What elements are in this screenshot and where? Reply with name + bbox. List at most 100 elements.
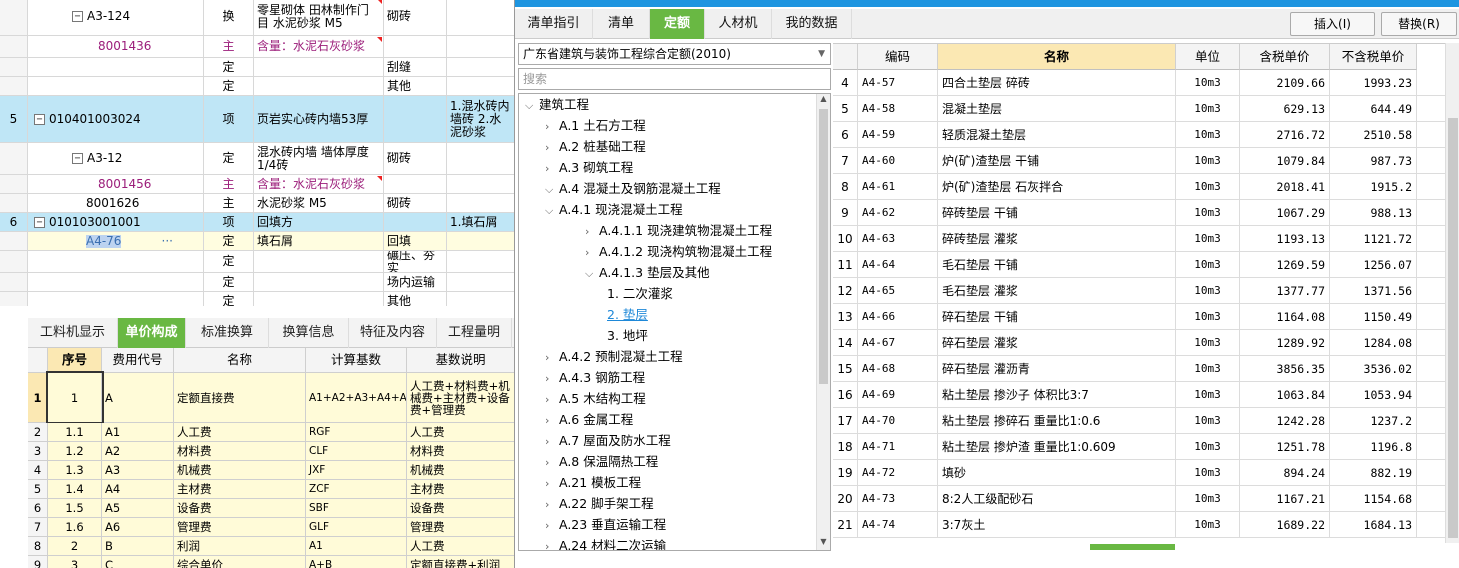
name-cell[interactable]: 定额直接费 xyxy=(174,373,306,422)
quota-column-header[interactable]: 编码 xyxy=(858,44,938,70)
chevron-right-icon[interactable]: › xyxy=(545,452,559,473)
tree-node[interactable]: › A.3 砌筑工程 xyxy=(545,157,633,178)
bill-row[interactable]: − A3-12 定混水砖内墙 墙体厚度1/4砖 砌砖 xyxy=(0,143,515,175)
collapse-icon[interactable]: − xyxy=(72,153,83,164)
code-cell[interactable] xyxy=(28,292,204,306)
chevron-down-icon[interactable]: ⌵ xyxy=(545,179,559,200)
tree-node[interactable]: › A.1 土石方工程 xyxy=(545,115,646,136)
quota-row[interactable]: 18 A4-71 粘土垫层 掺炉渣 重量比1:0.609 10m3 1251.78 119… xyxy=(833,434,1445,460)
seq-cell[interactable]: 1 xyxy=(46,371,104,424)
desc-cell[interactable]: 人工费+材料费+机械费+主材费+设备费+管理费 xyxy=(407,373,515,422)
code-cell[interactable] xyxy=(28,58,204,76)
name-cell[interactable]: 回填方 xyxy=(254,213,384,231)
quota-row[interactable]: 6 A4-59 轻质混凝土垫层 10m3 2716.72 2510.58 xyxy=(833,122,1445,148)
chevron-right-icon[interactable]: › xyxy=(545,473,559,494)
tab-3[interactable]: 换算信息 xyxy=(269,318,349,348)
table-row[interactable]: 8 2 B 利润 A1 人工费 xyxy=(28,537,515,556)
desc-cell[interactable]: 管理费 xyxy=(407,518,515,536)
tree-node[interactable]: › A.6 金属工程 xyxy=(545,409,633,430)
code-cell[interactable]: A1 xyxy=(102,423,174,441)
table-row[interactable]: 7 1.6 A6 管理费 GLF 管理费 xyxy=(28,518,515,537)
name-cell[interactable] xyxy=(254,292,384,306)
quota-row[interactable]: 17 A4-70 粘土垫层 掺碎石 重量比1:0.6 10m3 1242.28 1237.… xyxy=(833,408,1445,434)
code-cell[interactable]: A3 xyxy=(102,461,174,479)
desc-cell[interactable]: 机械费 xyxy=(407,461,515,479)
quota-row[interactable]: 8 A4-61 炉(矿)渣垫层 石灰拌合 10m3 2018.41 1915.2 xyxy=(833,174,1445,200)
name-cell[interactable]: 混水砖内墙 墙体厚度1/4砖 xyxy=(254,143,384,174)
name-cell[interactable]: 人工费 xyxy=(174,423,306,441)
tree-node[interactable]: 1. 二次灌浆 xyxy=(607,283,673,304)
table-row[interactable]: 5 1.4 A4 主材费 ZCF 主材费 xyxy=(28,480,515,499)
bill-row[interactable]: − A3-124 换零星砌体 田林制作门目 水泥砂浆 M5 砌砖 xyxy=(0,0,515,36)
name-cell[interactable]: 含量：水泥石灰砂浆 xyxy=(254,36,384,57)
search-input[interactable]: 搜索 xyxy=(518,68,831,90)
tree-node[interactable]: › A.4.1.2 现浇构筑物混凝土工程 xyxy=(585,241,772,262)
table-row[interactable]: 2 1.1 A1 人工费 RGF 人工费 xyxy=(28,423,515,442)
seq-cell[interactable]: 1.5 xyxy=(48,499,102,517)
table-row[interactable]: 3 1.2 A2 材料费 CLF 材料费 xyxy=(28,442,515,461)
column-header[interactable]: 基数说明 xyxy=(407,348,515,372)
quota-row[interactable]: 12 A4-65 毛石垫层 灌浆 10m3 1377.77 1371.56 xyxy=(833,278,1445,304)
chevron-right-icon[interactable]: › xyxy=(585,242,599,263)
bill-row[interactable]: 定 碾压、夯实 xyxy=(0,251,515,273)
base-cell[interactable]: RGF xyxy=(306,423,407,441)
desc-cell[interactable]: 材料费 xyxy=(407,442,515,460)
scroll-up-icon[interactable]: ▲ xyxy=(818,94,829,107)
tree-node[interactable]: › A.4.1.1 现浇建筑物混凝土工程 xyxy=(585,220,772,241)
bill-row[interactable]: 6−010103001001 项回填方 1.填石屑 xyxy=(0,213,515,232)
chevron-right-icon[interactable]: › xyxy=(545,368,559,389)
seq-cell[interactable]: 1.2 xyxy=(48,442,102,460)
bill-row[interactable]: 定 场内运输 xyxy=(0,273,515,292)
tree-node[interactable]: › A.4.3 钢筋工程 xyxy=(545,367,645,388)
dialog-tab-3[interactable]: 人材机 xyxy=(705,9,772,39)
quota-row[interactable]: 19 A4-72 填砂 10m3 894.24 882.19 xyxy=(833,460,1445,486)
dialog-tab-0[interactable]: 清单指引 xyxy=(515,9,593,39)
chevron-right-icon[interactable]: › xyxy=(545,137,559,158)
tree-node[interactable]: › A.8 保温隔热工程 xyxy=(545,451,658,472)
chevron-down-icon[interactable]: ⌵ xyxy=(525,95,539,116)
name-cell[interactable]: 管理费 xyxy=(174,518,306,536)
quota-row[interactable]: 9 A4-62 碎砖垫层 干铺 10m3 1067.29 988.13 xyxy=(833,200,1445,226)
scroll-down-icon[interactable]: ▼ xyxy=(818,537,829,550)
library-select[interactable]: 广东省建筑与装饰工程综合定额(2010) ▼ xyxy=(518,43,831,65)
name-cell[interactable]: 零星砌体 田林制作门目 水泥砂浆 M5 xyxy=(254,0,384,35)
tree-scroll-thumb[interactable] xyxy=(819,109,828,384)
name-cell[interactable] xyxy=(254,58,384,76)
quota-row[interactable]: 16 A4-69 粘土垫层 掺沙子 体积比3:7 10m3 1063.84 1053.94 xyxy=(833,382,1445,408)
tree-node[interactable]: › A.7 屋面及防水工程 xyxy=(545,430,671,451)
name-cell[interactable]: 页岩实心砖内墙53厚 xyxy=(254,96,384,142)
base-cell[interactable]: SBF xyxy=(306,499,407,517)
chevron-right-icon[interactable]: › xyxy=(585,221,599,242)
base-cell[interactable]: A+B xyxy=(306,556,407,568)
quota-row[interactable]: 21 A4-74 3:7灰土 10m3 1689.22 1684.13 xyxy=(833,512,1445,538)
collapse-icon[interactable]: − xyxy=(72,11,83,22)
code-cell[interactable]: − A3-12 xyxy=(28,143,204,174)
name-cell[interactable]: 水泥砂浆 M5 xyxy=(254,194,384,212)
tree-node[interactable]: › A.4.2 预制混凝土工程 xyxy=(545,346,683,367)
tree-node[interactable]: ⌵ A.4.1 现浇混凝土工程 xyxy=(545,199,683,220)
code-cell[interactable]: −010103001001 xyxy=(28,213,204,231)
code-cell[interactable] xyxy=(28,77,204,95)
column-header[interactable]: 计算基数 xyxy=(306,348,407,372)
quota-row[interactable]: 7 A4-60 炉(矿)渣垫层 干铺 10m3 1079.84 987.73 xyxy=(833,148,1445,174)
collapse-icon[interactable]: − xyxy=(34,216,45,228)
quota-row[interactable]: 11 A4-64 毛石垫层 干铺 10m3 1269.59 1256.07 xyxy=(833,252,1445,278)
quota-row[interactable]: 14 A4-67 碎石垫层 灌浆 10m3 1289.92 1284.08 xyxy=(833,330,1445,356)
tree-node[interactable]: › A.21 模板工程 xyxy=(545,472,641,493)
quota-row[interactable]: 15 A4-68 碎石垫层 灌沥青 10m3 3856.35 3536.02 xyxy=(833,356,1445,382)
code-cell[interactable]: − A3-124 xyxy=(28,0,204,35)
tab-2[interactable]: 标准换算 xyxy=(186,318,269,348)
chevron-right-icon[interactable]: › xyxy=(545,158,559,179)
bill-row[interactable]: 定 其他 xyxy=(0,77,515,96)
name-cell[interactable]: 机械费 xyxy=(174,461,306,479)
bill-row[interactable]: 定 刮缝 xyxy=(0,58,515,77)
bill-row[interactable]: 8001626 主水泥砂浆 M5 砌砖 xyxy=(0,194,515,213)
tree-node[interactable]: 3. 地坪 xyxy=(607,325,648,346)
tree-node[interactable]: › A.22 脚手架工程 xyxy=(545,493,654,514)
bill-row[interactable]: A4-76 ··· 定填石屑 回填 xyxy=(0,232,515,251)
table-row[interactable]: 11A定额直接费A1+A2+A3+A4+A5+A6人工费+材料费+机械费+主材费… xyxy=(28,371,515,424)
column-header[interactable]: 名称 xyxy=(174,348,306,372)
code-cell[interactable]: B xyxy=(102,537,174,555)
replace-button[interactable]: 替换(R) xyxy=(1381,12,1457,36)
insert-button[interactable]: 插入(I) xyxy=(1290,12,1375,36)
